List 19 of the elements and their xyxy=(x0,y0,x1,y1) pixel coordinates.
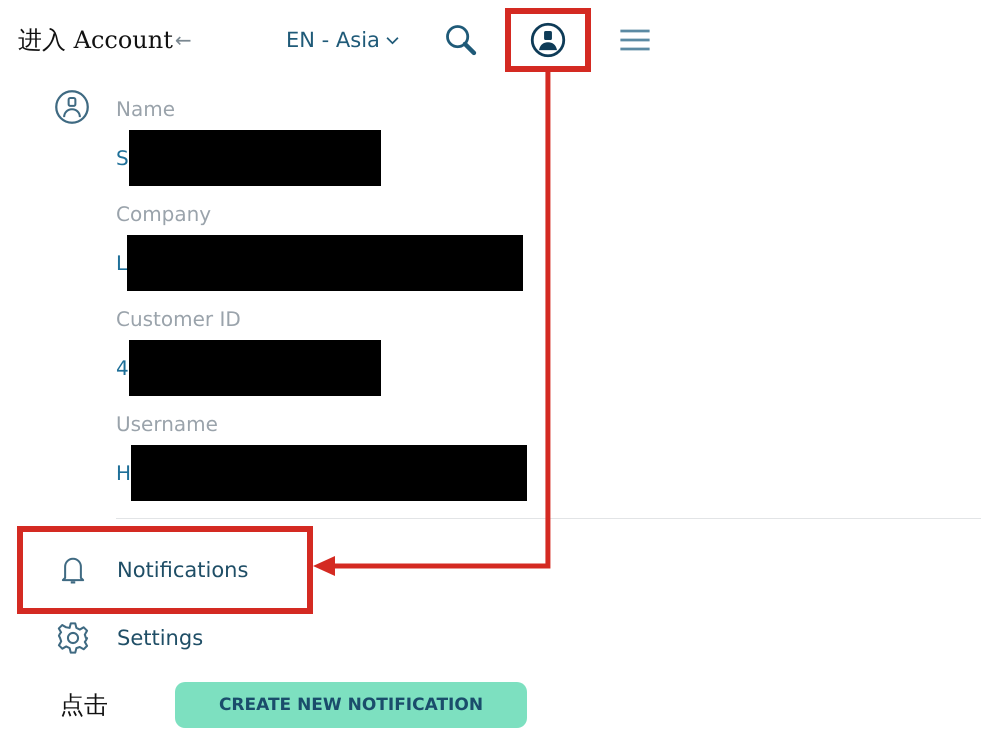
field-label: Name xyxy=(116,98,176,120)
region-selector[interactable]: EN - Asia xyxy=(286,28,399,52)
field-label: Username xyxy=(116,413,219,435)
field-value: H xyxy=(116,461,132,485)
field-value: L xyxy=(116,251,128,275)
gear-icon xyxy=(55,620,91,656)
menu-item[interactable]: Notifications xyxy=(17,526,313,614)
annotation-caption: 点击 xyxy=(60,690,109,721)
back-arrow-glyph: ← xyxy=(174,28,192,52)
create-notification-button[interactable]: CREATE NEW NOTIFICATION xyxy=(175,682,527,728)
chevron-down-icon xyxy=(386,36,399,44)
annotation-caption: 进入 Account xyxy=(18,25,173,56)
field-value: 4 xyxy=(116,356,129,380)
field-label: Customer ID xyxy=(116,308,242,330)
field-label: Company xyxy=(116,203,212,225)
field-value: S xyxy=(116,146,129,170)
menu-item[interactable]: Settings xyxy=(17,614,313,662)
account-icon[interactable] xyxy=(530,22,566,58)
profile-icon xyxy=(54,89,90,125)
